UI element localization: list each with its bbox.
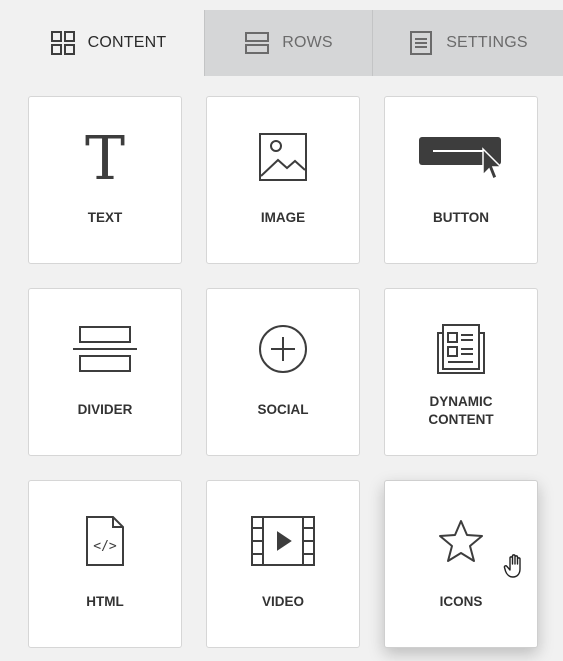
block-image[interactable]: IMAGE — [206, 96, 360, 264]
svg-text:T: T — [85, 129, 125, 185]
dynamic-content-icon — [385, 321, 537, 377]
video-icon — [207, 513, 359, 569]
block-divider[interactable]: DIVIDER — [28, 288, 182, 456]
hand-cursor-icon — [502, 552, 530, 580]
button-icon — [385, 129, 537, 185]
tab-bar: CONTENT ROWS SETTINGS — [12, 10, 563, 76]
tab-content[interactable]: CONTENT — [12, 10, 204, 76]
tab-rows[interactable]: ROWS — [204, 10, 372, 76]
block-html[interactable]: </> HTML — [28, 480, 182, 648]
image-icon — [207, 129, 359, 185]
content-panel: CONTENT ROWS SETTINGS T TEXT IMAGE BUTTO… — [12, 10, 563, 661]
grid-icon — [50, 30, 76, 56]
block-dynamic-content[interactable]: DYNAMIC CONTENT — [384, 288, 538, 456]
divider-icon — [29, 321, 181, 377]
settings-icon — [408, 30, 434, 56]
block-icons-label: ICONS — [439, 594, 483, 609]
block-button[interactable]: BUTTON — [384, 96, 538, 264]
social-icon — [207, 321, 359, 377]
tab-settings[interactable]: SETTINGS — [372, 10, 563, 76]
block-video-label: VIDEO — [261, 594, 304, 609]
block-video[interactable]: VIDEO — [206, 480, 360, 648]
text-icon: T — [29, 129, 181, 185]
block-dynamic-content-label: DYNAMIC CONTENT — [428, 394, 494, 427]
block-button-label: BUTTON — [433, 210, 489, 225]
block-social[interactable]: SOCIAL — [206, 288, 360, 456]
tab-settings-label: SETTINGS — [446, 34, 528, 51]
tab-rows-label: ROWS — [282, 34, 333, 51]
block-html-label: HTML — [86, 594, 124, 609]
tab-content-label: CONTENT — [87, 34, 167, 51]
rows-icon — [244, 30, 270, 56]
block-image-label: IMAGE — [260, 210, 306, 225]
block-text-label: TEXT — [87, 210, 123, 225]
html-icon: </> — [29, 513, 181, 569]
svg-text:</>: </> — [93, 539, 117, 554]
block-text[interactable]: T TEXT — [28, 96, 182, 264]
block-divider-label: DIVIDER — [77, 402, 133, 417]
block-social-label: SOCIAL — [257, 402, 309, 417]
